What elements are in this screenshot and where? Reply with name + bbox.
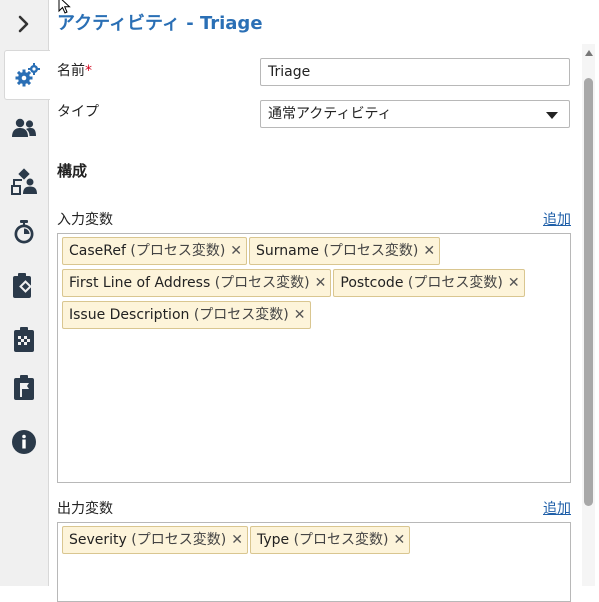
remove-tag-icon[interactable]: ✕ — [230, 243, 242, 259]
name-label: 名前* — [57, 63, 92, 79]
variable-tag-scope: (プロセス変数) — [293, 532, 389, 548]
remove-tag-icon[interactable]: ✕ — [423, 243, 435, 259]
variable-tag-name: Issue Description — [69, 307, 190, 323]
clipboard-diamond-icon — [13, 273, 32, 298]
page-title: アクティビティ - Triage — [57, 13, 263, 34]
mouse-cursor-icon — [58, 0, 71, 14]
rail-item-org[interactable] — [0, 158, 48, 206]
remove-tag-icon[interactable]: ✕ — [315, 275, 327, 291]
variable-tag-scope: (プロセス変数) — [130, 243, 226, 259]
clipboard-checkered-icon — [14, 327, 34, 352]
properties-panel: アクティビティ - Triage 名前* Triage タイプ 通常アクティビテ… — [49, 0, 599, 602]
variable-tag-scope: (プロセス変数) — [193, 307, 289, 323]
variable-tag-name: First Line of Address — [69, 275, 211, 291]
collapse-button[interactable] — [0, 0, 48, 48]
variable-tag-scope: (プロセス変数) — [323, 243, 419, 259]
input-vars-tags: CaseRef (プロセス変数) ✕ Surname (プロセス変数) ✕First … — [58, 234, 570, 334]
variable-tag[interactable]: CaseRef (プロセス変数) ✕ — [62, 237, 248, 265]
rail-item-properties[interactable] — [4, 50, 50, 100]
user-hierarchy-icon — [11, 168, 37, 195]
variable-tag[interactable]: Postcode (プロセス変数) ✕ — [333, 269, 525, 297]
output-vars-label: 出力変数 — [57, 501, 113, 517]
variable-tag-name: Postcode — [340, 275, 404, 291]
remove-tag-icon[interactable]: ✕ — [231, 532, 243, 548]
rail-item-info[interactable] — [0, 418, 48, 466]
name-field[interactable]: Triage — [260, 58, 570, 86]
variable-tag-scope: (プロセス変数) — [407, 275, 503, 291]
add-output-var-link[interactable]: 追加 — [543, 498, 571, 518]
rail-item-completion[interactable] — [0, 316, 48, 364]
section-title-config: 構成 — [57, 162, 88, 180]
variable-tag[interactable]: Issue Description (プロセス変数) ✕ — [62, 301, 311, 329]
variable-tag[interactable]: Type (プロセス変数) ✕ — [249, 526, 411, 554]
rail-item-timers[interactable] — [0, 208, 48, 256]
scroll-up-icon[interactable] — [585, 50, 593, 56]
info-icon — [12, 430, 36, 454]
input-vars-box[interactable]: CaseRef (プロセス変数) ✕ Surname (プロセス変数) ✕First … — [57, 233, 571, 483]
rail-item-participants[interactable] — [0, 104, 48, 152]
variable-tag-name: Severity — [69, 532, 127, 548]
chevron-right-icon — [18, 15, 29, 33]
scrollbar[interactable] — [582, 44, 595, 586]
variable-tag-name: Surname — [256, 243, 320, 259]
side-rail — [0, 0, 50, 586]
timer-icon — [14, 220, 34, 244]
users-icon — [12, 118, 36, 137]
rail-item-milestone[interactable] — [0, 364, 48, 412]
add-input-var-link[interactable]: 追加 — [543, 209, 571, 229]
variable-tag-name: CaseRef — [69, 243, 126, 259]
input-vars-label: 入力変数 — [57, 212, 113, 228]
remove-tag-icon[interactable]: ✕ — [394, 532, 406, 548]
remove-tag-icon[interactable]: ✕ — [508, 275, 520, 291]
required-mark: * — [85, 63, 92, 79]
variable-tag[interactable]: First Line of Address (プロセス変数) ✕ — [62, 269, 332, 297]
remove-tag-icon[interactable]: ✕ — [294, 307, 306, 323]
variable-tag-scope: (プロセス変数) — [131, 532, 227, 548]
output-vars-tags: Severity (プロセス変数) ✕ Type (プロセス変数) ✕ — [58, 523, 570, 559]
variable-tag-scope: (プロセス変数) — [214, 275, 310, 291]
variable-tag[interactable]: Surname (プロセス変数) ✕ — [249, 237, 441, 265]
clipboard-flag-icon — [14, 375, 34, 400]
gears-icon — [15, 63, 40, 87]
rail-item-decision[interactable] — [0, 262, 48, 310]
chevron-down-icon — [546, 112, 558, 119]
type-select-value: 通常アクティビティ — [268, 106, 392, 122]
variable-tag[interactable]: Severity (プロセス変数) ✕ — [62, 526, 248, 554]
type-select[interactable]: 通常アクティビティ — [260, 100, 570, 128]
scrollbar-thumb[interactable] — [584, 78, 593, 506]
type-label: タイプ — [57, 104, 99, 120]
variable-tag-name: Type — [256, 532, 290, 548]
output-vars-box[interactable]: Severity (プロセス変数) ✕ Type (プロセス変数) ✕ — [57, 522, 571, 602]
